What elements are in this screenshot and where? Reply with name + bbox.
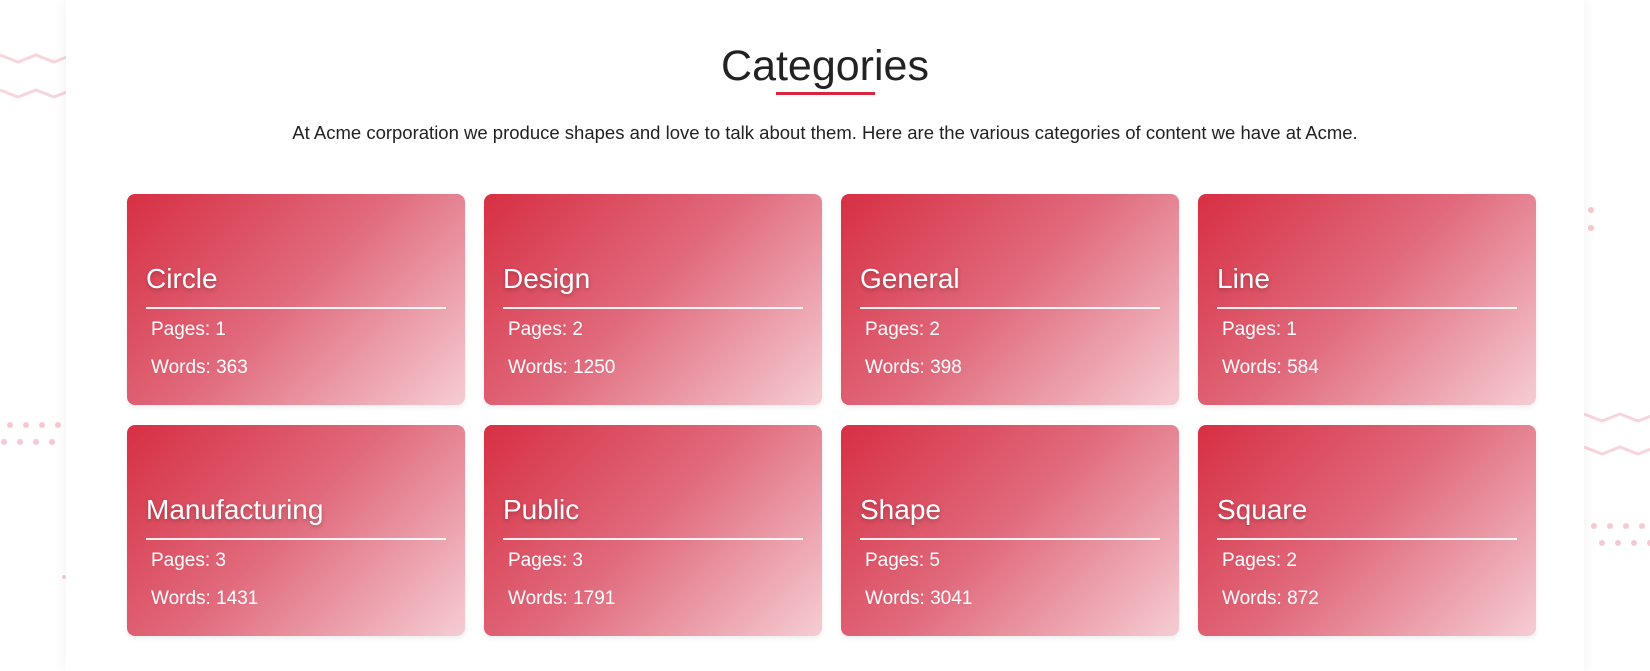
dot-decoration [1639,523,1645,529]
category-pages-count: Pages: 2 [508,319,583,340]
dot-decoration [1631,540,1637,546]
zigzag-decoration-right-bottom [1583,445,1650,456]
category-words-count: Words: 3041 [865,588,973,609]
zigzag-decoration-right-top [1583,412,1650,423]
category-pages-count: Pages: 1 [1222,319,1297,340]
category-words-count: Words: 1791 [508,588,616,609]
dot-decoration [1588,207,1594,213]
category-words-count: Words: 1431 [151,588,259,609]
dot-decoration [55,422,61,428]
category-pages-count: Pages: 2 [865,319,940,340]
category-pages-count: Pages: 5 [865,550,940,571]
page-title: Categories [721,42,929,90]
category-title: General [860,263,960,294]
category-grid: Circle Pages: 1 Words: 363 Design Pages:… [127,194,1536,636]
card-divider [146,538,446,540]
category-pages-count: Pages: 1 [151,319,226,340]
dot-decoration [1615,540,1621,546]
dot-decoration [23,422,29,428]
category-title: Square [1217,494,1308,525]
title-underline [776,92,875,95]
dot-decoration [1591,523,1597,529]
category-pages-count: Pages: 3 [151,550,226,571]
dot-decoration [1588,225,1594,231]
card-divider [860,307,1160,309]
category-title: Public [503,494,580,525]
category-card-public[interactable]: Public Pages: 3 Words: 1791 [484,425,822,636]
category-card-square[interactable]: Square Pages: 2 Words: 872 [1198,425,1536,636]
dot-decoration [17,439,23,445]
category-words-count: Words: 1250 [508,357,616,378]
dot-decoration [1623,523,1629,529]
card-divider [1217,538,1517,540]
category-card-general[interactable]: General Pages: 2 Words: 398 [841,194,1179,405]
category-card-design[interactable]: Design Pages: 2 Words: 1250 [484,194,822,405]
dot-decoration [33,439,39,445]
card-divider [1217,307,1517,309]
card-divider [503,307,803,309]
intro-text: At Acme corporation we produce shapes an… [292,122,1358,143]
card-divider [860,538,1160,540]
zigzag-decoration-left-top [0,53,73,64]
category-pages-count: Pages: 2 [1222,550,1297,571]
category-title: Design [503,263,591,294]
category-title: Line [1217,263,1270,294]
dot-decoration [1599,540,1605,546]
category-words-count: Words: 872 [1222,588,1319,609]
dot-decoration [39,422,45,428]
dot-decoration [1,439,7,445]
category-card-circle[interactable]: Circle Pages: 1 Words: 363 [127,194,465,405]
dot-decoration [7,422,13,428]
category-pages-count: Pages: 3 [508,550,583,571]
category-card-manufacturing[interactable]: Manufacturing Pages: 3 Words: 1431 [127,425,465,636]
category-words-count: Words: 584 [1222,357,1319,378]
category-words-count: Words: 363 [151,357,248,378]
category-card-shape[interactable]: Shape Pages: 5 Words: 3041 [841,425,1179,636]
dot-decoration [1607,523,1613,529]
card-divider [503,538,803,540]
zigzag-decoration-left-bottom [0,88,73,99]
categories-panel: Categories At Acme corporation we produc… [66,0,1584,671]
category-title: Manufacturing [146,494,324,525]
dot-decoration [49,439,55,445]
category-words-count: Words: 398 [865,357,962,378]
card-divider [146,307,446,309]
category-card-line[interactable]: Line Pages: 1 Words: 584 [1198,194,1536,405]
category-title: Shape [860,494,941,525]
category-title: Circle [146,263,218,294]
